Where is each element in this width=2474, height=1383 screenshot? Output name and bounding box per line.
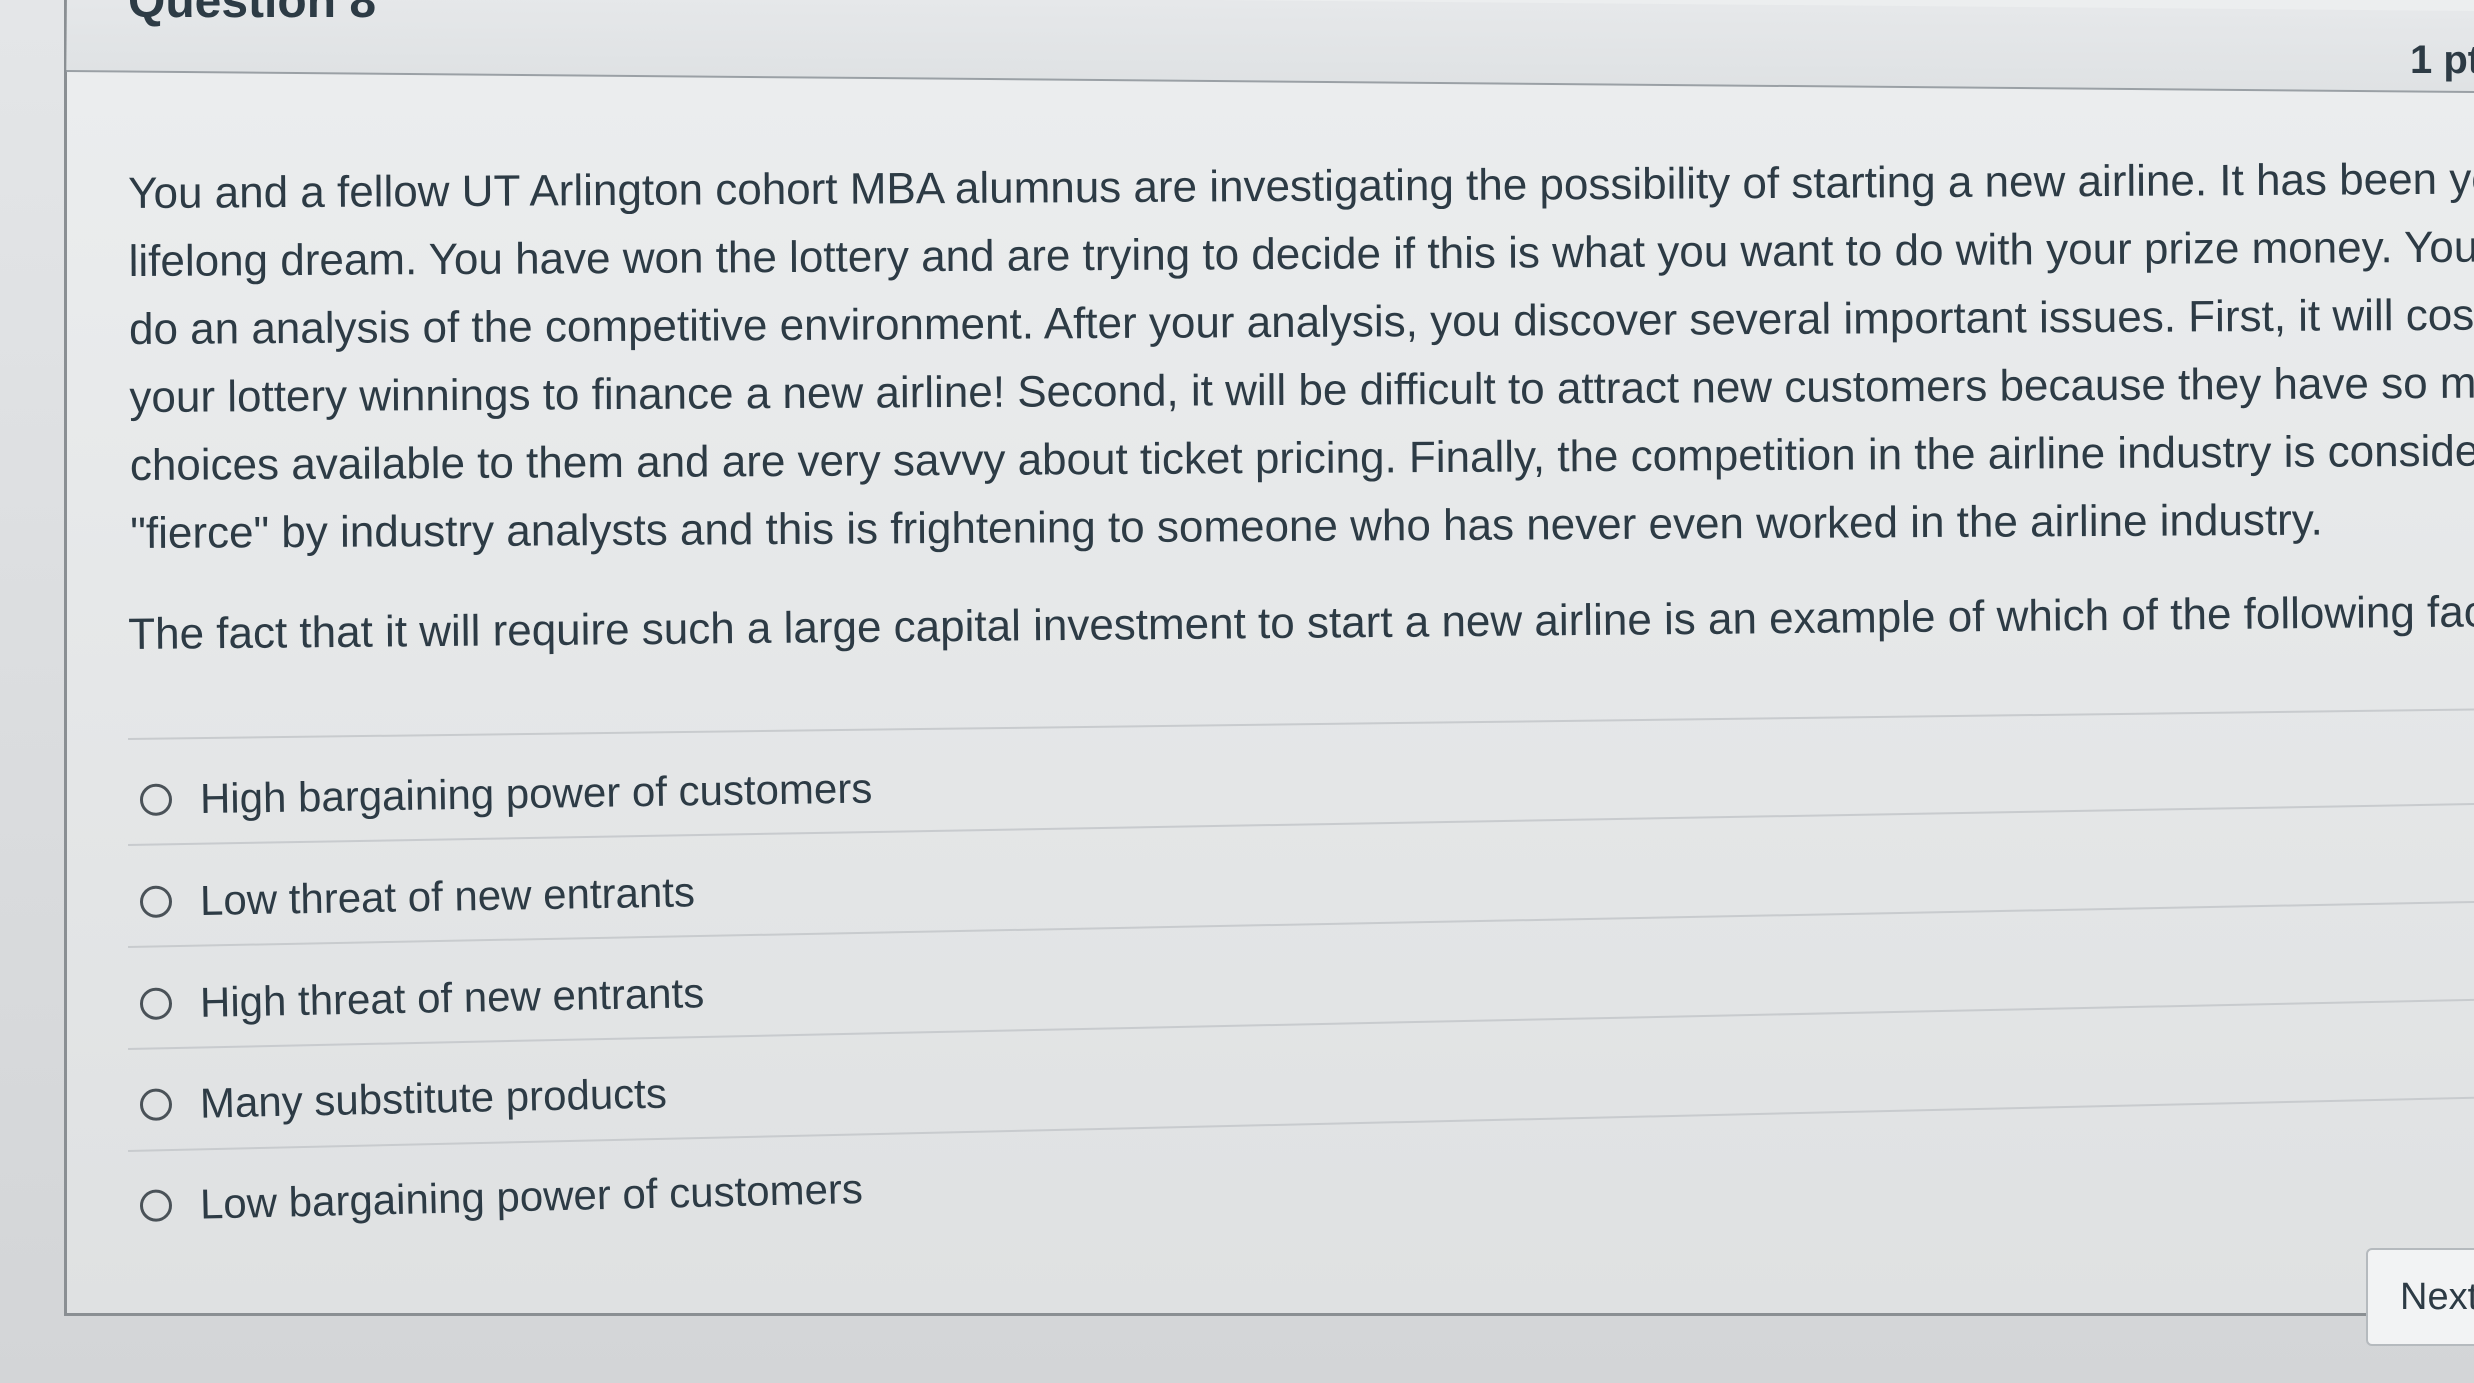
next-button[interactable]: Next: [2366, 1248, 2474, 1346]
answer-label: High threat of new entrants: [199, 969, 705, 1026]
radio-button[interactable]: [139, 885, 173, 918]
radio-button[interactable]: [139, 1189, 173, 1222]
radio-button[interactable]: [139, 783, 173, 816]
question-body: You and a fellow UT Arlington cohort MBA…: [128, 145, 2474, 568]
question-title: Question 8: [128, 0, 377, 28]
answer-option-4[interactable]: Many substitute products: [139, 1062, 667, 1137]
answer-label: High bargaining power of customers: [199, 764, 873, 823]
question-points: 1 pt: [2410, 38, 2474, 82]
answer-label: Many substitute products: [199, 1069, 668, 1127]
answer-option-3[interactable]: High threat of new entrants: [139, 961, 705, 1036]
answer-label: Low threat of new entrants: [199, 868, 696, 924]
quiz-page: Question 8 1 pt You and a fellow UT Arli…: [0, 0, 2474, 1383]
question-header: [66, 0, 2474, 94]
radio-button[interactable]: [139, 987, 173, 1020]
question-body-line: "fierce" by industry analysts and this i…: [130, 495, 2323, 558]
answer-option-2[interactable]: Low threat of new entrants: [139, 860, 695, 934]
answer-label: Low bargaining power of customers: [199, 1164, 864, 1228]
answer-option-1[interactable]: High bargaining power of customers: [139, 757, 873, 832]
radio-button[interactable]: [139, 1088, 173, 1121]
